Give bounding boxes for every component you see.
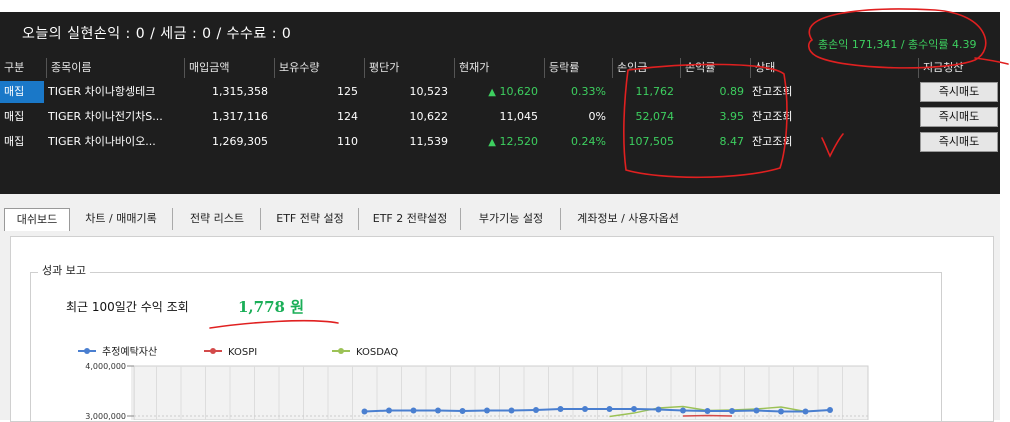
data-point [655, 406, 662, 413]
data-point [827, 407, 833, 413]
series-line [682, 414, 733, 417]
data-point [508, 407, 515, 414]
asset-chart: 추정예탁자산 KOSPI KOSDAQ 4,000,000 3,000,000 [78, 346, 869, 420]
data-point [410, 407, 417, 414]
legend-marker [338, 348, 344, 354]
data-point [459, 408, 466, 414]
data-point [582, 406, 588, 412]
legend-marker [84, 348, 90, 354]
chart-legend: 추정예탁자산 KOSPI KOSDAQ [78, 346, 398, 358]
data-point [729, 408, 735, 414]
data-point [484, 407, 490, 414]
legend-label: KOSPI [228, 347, 257, 358]
data-point [435, 407, 441, 414]
legend-label: KOSDAQ [356, 347, 398, 358]
data-point [778, 408, 784, 415]
data-point [680, 407, 686, 414]
legend-label: 추정예탁자산 [102, 346, 157, 358]
y-axis-ticks: 4,000,000 3,000,000 [85, 362, 134, 420]
data-point [631, 406, 637, 412]
data-point [386, 407, 392, 414]
legend-marker [210, 348, 216, 354]
data-point [361, 408, 368, 415]
data-point [533, 407, 539, 413]
y-tick-label: 4,000,000 [85, 362, 126, 371]
data-point [704, 408, 711, 414]
data-point [557, 406, 564, 412]
data-point [606, 406, 613, 412]
y-tick-label: 3,000,000 [85, 412, 126, 420]
data-point [753, 407, 760, 414]
data-point [802, 408, 809, 415]
